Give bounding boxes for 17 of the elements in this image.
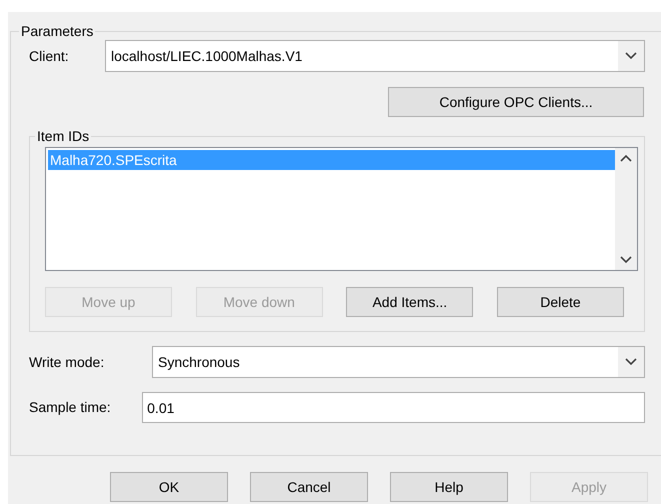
scroll-down-icon[interactable] [620, 256, 632, 264]
scroll-up-icon[interactable] [620, 154, 632, 162]
dialog-button[interactable]: Cancel [250, 472, 368, 502]
scroll-bar[interactable] [615, 148, 637, 270]
sample-time-label: Sample time: [29, 398, 112, 417]
group-title: Parameters [20, 24, 94, 38]
dialog-button[interactable]: Delete [496, 287, 624, 317]
dialog-button[interactable]: Help [390, 472, 508, 502]
dialog-button[interactable]: OK [110, 472, 228, 502]
configure-button[interactable]: Configure OPC Clients... [388, 87, 644, 117]
dialog-button[interactable]: Add Items... [346, 287, 474, 317]
write-mode-dropdown[interactable]: Synchronous [152, 346, 645, 378]
client-dropdown[interactable]: localhost/LIEC.1000Malhas.V1 [105, 40, 645, 72]
client-label: Client: [29, 46, 70, 66]
write-mode-label: Write mode: [29, 352, 106, 372]
group-title: Item IDs [36, 129, 90, 143]
sample-time-field[interactable]: 0.01 [142, 392, 645, 423]
